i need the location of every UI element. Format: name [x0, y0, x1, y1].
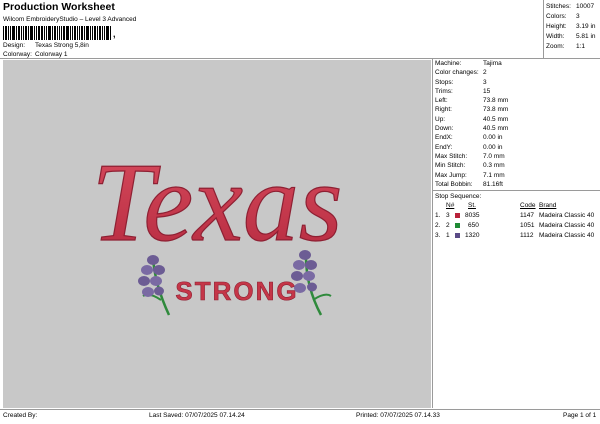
min-stitch-label: Min Stitch:	[435, 162, 466, 170]
total-bobbin-label: Total Bobbin:	[435, 180, 473, 188]
stats-divider	[543, 0, 544, 58]
color-swatch	[455, 213, 460, 219]
right-label: Right:	[435, 106, 452, 114]
sequence-row: 2. 2 650 1051 Madeira Classic 40	[435, 222, 595, 230]
design-row: Design: Texas Strong 5,8in	[3, 42, 89, 49]
machine-value: Tajima	[483, 60, 502, 67]
software-name: Wilcom EmbroideryStudio – Level 3 Advanc…	[3, 16, 137, 23]
total-bobbin-value: 81.16ft	[483, 180, 503, 188]
texas-word: Texas	[91, 141, 342, 265]
sequence-header: N# St. Code Brand	[435, 201, 597, 211]
colorway-label: Colorway:	[3, 51, 32, 58]
endx-value: 0.00 in	[483, 134, 503, 142]
barcode-suffix: ,	[113, 29, 116, 39]
embroidery-artwork: Texas STRONG	[91, 140, 343, 316]
stop-sequence-title: Stop Sequence:	[435, 193, 482, 201]
trims-value: 15	[483, 87, 491, 95]
color-changes-label: Color changes:	[435, 69, 479, 77]
page-number: Page 1 of 1	[563, 412, 597, 419]
down-label: Down:	[435, 125, 454, 133]
machine-label: Machine:	[435, 60, 462, 67]
design-value: Texas Strong 5,8in	[35, 42, 89, 49]
endy-value: 0.00 in	[483, 143, 503, 151]
header-brand: Brand	[539, 202, 557, 210]
up-label: Up:	[435, 115, 446, 123]
sequence-row: 1. 3 8035 1147 Madeira Classic 40	[435, 212, 595, 220]
trims-label: Trims:	[435, 87, 453, 95]
sequence-row: 3. 1 1320 1112 Madeira Classic 40	[435, 232, 595, 240]
min-stitch-value: 0.3 mm	[483, 162, 505, 170]
stat-stitches: Stitches: 10007	[546, 3, 595, 10]
left-label: Left:	[435, 97, 448, 105]
stat-zoom: Zoom: 1:1	[546, 43, 586, 50]
right-value: 73.8 mm	[483, 106, 509, 114]
footer-divider	[0, 409, 600, 410]
header-code: Code	[520, 202, 536, 210]
colorway-row: Colorway: Colorway 1	[3, 51, 68, 58]
sequence-divider	[432, 190, 600, 192]
stops-label: Stops:	[435, 78, 454, 86]
up-value: 40.5 mm	[483, 115, 509, 123]
strong-word: STRONG	[175, 276, 298, 306]
design-preview: Texas STRONG	[3, 60, 431, 408]
left-value: 73.8 mm	[483, 97, 509, 105]
design-label: Design:	[3, 42, 26, 49]
header-st: St.	[468, 202, 476, 210]
stat-colors: Colors: 3	[546, 13, 580, 20]
stat-height: Height: 3.19 in	[546, 23, 596, 30]
printed-date: Printed: 07/07/2025 07.14.33	[356, 412, 440, 419]
created-by: Created By:	[3, 412, 38, 419]
panel-divider	[432, 58, 433, 408]
color-swatch	[455, 223, 460, 229]
max-stitch-value: 7.0 mm	[483, 152, 505, 160]
stat-width: Width: 5.81 in	[546, 33, 596, 40]
color-changes-value: 2	[483, 69, 487, 77]
header-num: N#	[446, 202, 455, 210]
stats-panel: Stitches: 10007 Colors: 3 Height: 3.19 in W…	[546, 2, 596, 52]
endy-label: EndY:	[435, 143, 453, 151]
barcode	[3, 26, 113, 40]
worksheet-title: Production Worksheet	[3, 1, 115, 13]
max-jump-value: 7.1 mm	[483, 171, 505, 179]
last-saved: Last Saved: 07/07/2025 07.14.24	[149, 412, 245, 419]
machine-info-panel: Machine: Tajima Color changes: 2 Stops: 3 T…	[432, 59, 600, 241]
max-stitch-label: Max Stitch:	[435, 152, 468, 160]
down-value: 40.5 mm	[483, 125, 509, 133]
endx-label: EndX:	[435, 134, 453, 142]
max-jump-label: Max Jump:	[435, 171, 467, 179]
color-swatch	[455, 233, 460, 239]
stops-value: 3	[483, 78, 487, 86]
colorway-value: Colorway 1	[35, 51, 68, 58]
